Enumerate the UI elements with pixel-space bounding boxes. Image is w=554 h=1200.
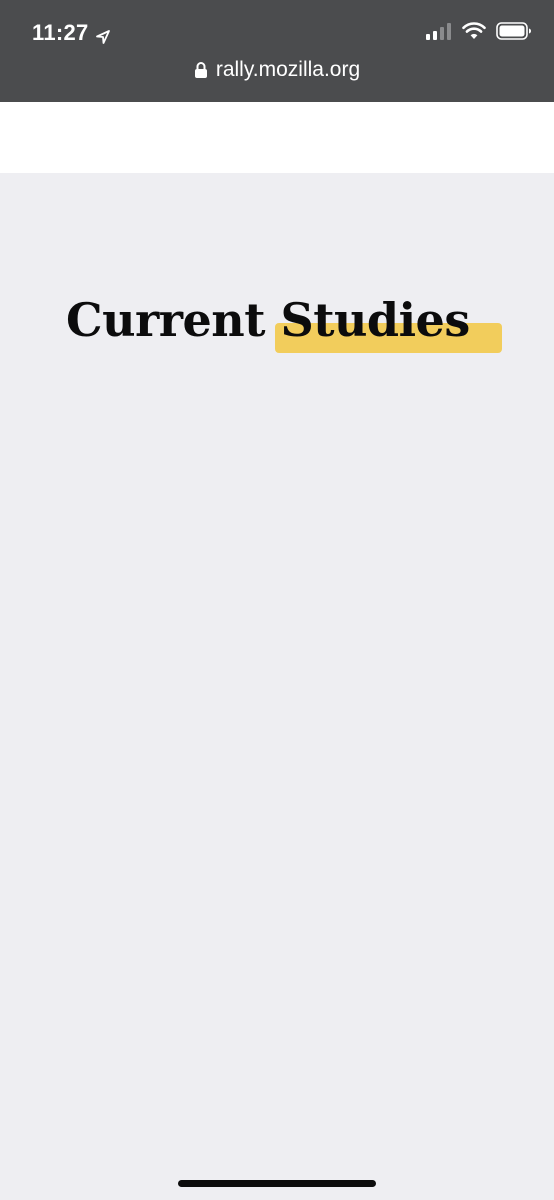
location-arrow-icon (95, 25, 111, 44)
page-title: Current Studies (66, 293, 470, 347)
lock-icon (194, 61, 208, 79)
status-bar: 11:27 rally.mozilla.org (0, 0, 554, 102)
page-heading: Current Studies (66, 291, 506, 361)
wifi-icon (462, 22, 486, 45)
cellular-signal-icon (426, 22, 452, 45)
address-bar[interactable]: rally.mozilla.org (0, 58, 554, 82)
status-time: 11:27 (32, 20, 111, 46)
site-header (0, 102, 554, 173)
status-time-label: 11:27 (32, 20, 89, 45)
home-indicator[interactable] (178, 1180, 376, 1187)
main-content: Current Studies (0, 173, 554, 1200)
address-bar-url[interactable]: rally.mozilla.org (216, 58, 360, 82)
status-icons (426, 22, 532, 45)
battery-icon (496, 22, 532, 45)
